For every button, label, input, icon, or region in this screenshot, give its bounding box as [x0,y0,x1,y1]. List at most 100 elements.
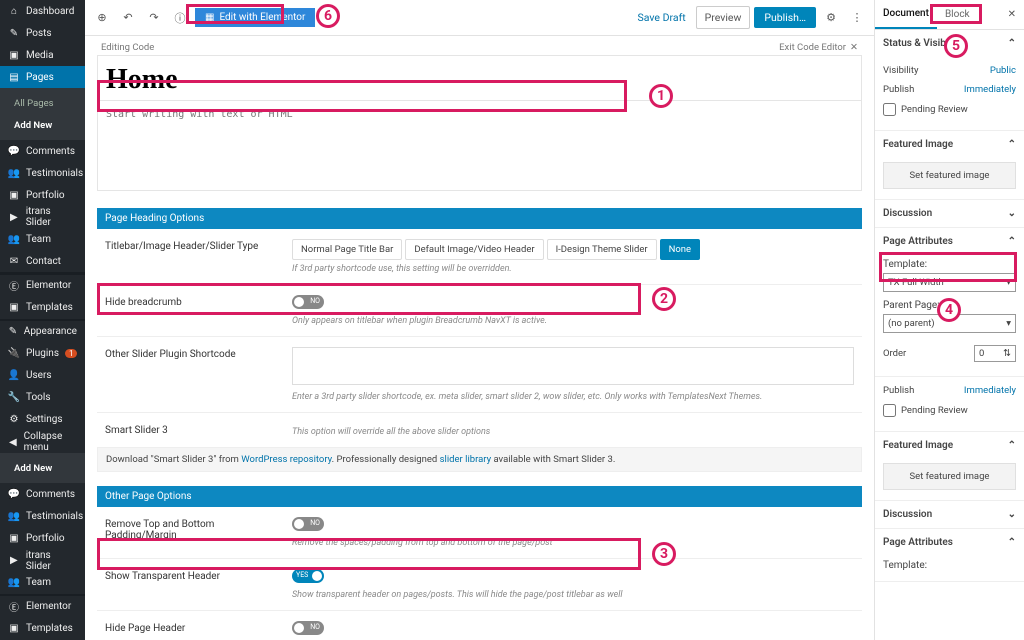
page-body-textarea[interactable] [97,101,862,191]
brush-icon: ✎ [8,326,18,338]
titlebar-hint: If 3rd party shortcode use, this setting… [292,264,854,274]
comment-icon: 💬 [8,145,20,157]
sidebar-item-team-2[interactable]: 👥Team [0,572,85,594]
smartslider-hint: This option will override all the above … [292,427,854,437]
sidebar-item-portfolio-2[interactable]: ▣Portfolio [0,527,85,549]
pending-review-checkbox[interactable] [883,103,896,116]
smartslider-label: Smart Slider 3 [105,423,280,436]
slider-icon: ▶ [8,211,20,223]
tab-document[interactable]: Document [875,0,937,29]
chevron-up-icon: ⌃ [1008,236,1016,247]
publish-label-2: Publish [883,385,914,396]
transparent-header-toggle[interactable]: NOYES [292,569,324,583]
settings-toggle-button[interactable]: ⚙ [820,7,842,29]
dashboard-icon: ⌂ [8,5,20,17]
close-icon: ✕ [1008,9,1016,20]
sidebar-item-testimonials-2[interactable]: 👥Testimonials [0,505,85,527]
page-attributes-header-2[interactable]: Page Attributes⌃ [875,529,1024,556]
kebab-icon: ⋮ [852,11,863,24]
titlebar-opt-image[interactable]: Default Image/Video Header [405,239,543,260]
plus-icon: ⊕ [97,11,106,24]
sidebar-item-settings[interactable]: ⚙Settings [0,409,85,431]
info-button[interactable]: ⓘ [169,7,191,29]
close-panel-button[interactable]: ✕ [1000,5,1024,24]
discussion-header[interactable]: Discussion⌄ [875,200,1024,227]
sidebar-item-templates[interactable]: ▣Templates [0,297,85,319]
hide-breadcrumb-toggle[interactable]: NOYES [292,295,324,309]
chevron-up-icon: ⌃ [1008,139,1016,150]
pending-review-checkbox-2[interactable] [883,404,896,417]
page-icon: ▤ [8,71,20,83]
sidebar-item-templates-2[interactable]: ▣Templates [0,618,85,640]
exit-code-editor-button[interactable]: Exit Code Editor✕ [779,42,858,53]
sidebar-item-plugins[interactable]: 🔌Plugins1 [0,343,85,365]
sidebar-item-tools[interactable]: 🔧Tools [0,387,85,409]
sidebar-item-pages[interactable]: ▤Pages [0,66,85,88]
elementor-icon: Ⓔ [8,601,20,613]
titlebar-opt-none[interactable]: None [660,239,700,260]
save-draft-button[interactable]: Save Draft [632,7,692,28]
publish-value[interactable]: Immediately [964,84,1016,95]
sidebar-item-elementor-2[interactable]: ⒺElementor [0,596,85,618]
set-featured-image-button-2[interactable]: Set featured image [883,463,1016,490]
sidebar-item-contact[interactable]: ✉Contact [0,250,85,272]
pin-icon: ✎ [8,27,20,39]
team-icon: 👥 [8,233,20,245]
smartslider-download-bar: Download "Smart Slider 3" from WordPress… [97,447,862,472]
sidebar-item-add-new[interactable]: Add New [0,114,85,136]
hide-page-header-toggle[interactable]: NOYES [292,621,324,635]
template-select[interactable]: TX Full Width▾ [883,273,1016,292]
publish-value-2[interactable]: Immediately [964,385,1016,396]
tab-block[interactable]: Block [937,1,978,28]
editor-toolbar: ⊕ ↶ ↷ ⓘ ▦Edit with Elementor Save Draft … [85,0,874,36]
template-label-2: Template: [883,560,1016,571]
chevron-down-icon: ⌄ [1008,509,1016,520]
chevron-up-icon: ⌃ [1008,537,1016,548]
remove-padding-toggle[interactable]: NOYES [292,517,324,531]
publish-button[interactable]: Publish… [754,7,816,28]
order-input[interactable]: 0⇅ [974,345,1016,362]
sidebar-item-itrans-2[interactable]: ▶itrans Slider [0,549,85,571]
remove-padding-label: Remove Top and Bottom Padding/Margin [105,517,280,541]
featured-image-header[interactable]: Featured Image⌃ [875,131,1024,158]
sidebar-item-collapse[interactable]: ◀Collapse menu [0,431,85,453]
titlebar-opt-idesign[interactable]: I-Design Theme Slider [547,239,657,260]
sidebar-item-comments[interactable]: 💬Comments [0,140,85,162]
sidebar-item-itrans[interactable]: ▶itrans Slider [0,206,85,228]
slider-icon: ▶ [8,555,20,567]
discussion-header-2[interactable]: Discussion⌄ [875,501,1024,528]
sidebar-item-comments-2[interactable]: 💬Comments [0,483,85,505]
titlebar-opt-normal[interactable]: Normal Page Title Bar [292,239,402,260]
user-icon: 👤 [8,370,20,382]
page-title-input[interactable] [98,56,861,100]
sidebar-item-all-pages[interactable]: All Pages [0,92,85,114]
callout-1: 1 [649,84,673,108]
sidebar-item-portfolio[interactable]: ▣Portfolio [0,184,85,206]
redo-button[interactable]: ↷ [143,7,165,29]
sidebar-item-team[interactable]: 👥Team [0,228,85,250]
visibility-value[interactable]: Public [990,65,1016,76]
sidebar-item-elementor[interactable]: ⒺElementor [0,275,85,297]
other-page-options-header: Other Page Options [97,486,862,507]
add-block-button[interactable]: ⊕ [91,7,113,29]
sidebar-item-media[interactable]: ▣Media [0,44,85,66]
slider-library-link[interactable]: slider library [440,454,491,465]
undo-button[interactable]: ↶ [117,7,139,29]
page-attributes-header[interactable]: Page Attributes⌃ [875,228,1024,255]
comment-icon: 💬 [8,488,20,500]
more-button[interactable]: ⋮ [846,7,868,29]
wp-repo-link[interactable]: WordPress repository [241,454,331,465]
gear-icon: ⚙ [8,414,20,426]
sidebar-item-add-new-2[interactable]: Add New [0,457,85,479]
preview-button[interactable]: Preview [696,6,751,29]
edit-with-elementor-button[interactable]: ▦Edit with Elementor [195,8,315,27]
featured-image-header-2[interactable]: Featured Image⌃ [875,432,1024,459]
sidebar-item-posts[interactable]: ✎Posts [0,22,85,44]
sidebar-item-users[interactable]: 👤Users [0,365,85,387]
set-featured-image-button[interactable]: Set featured image [883,162,1016,189]
visibility-label: Visibility [883,65,918,76]
sidebar-item-testimonials[interactable]: 👥Testimonials [0,162,85,184]
sidebar-item-dashboard[interactable]: ⌂Dashboard [0,0,85,22]
slider-shortcode-input[interactable] [292,347,854,385]
sidebar-item-appearance[interactable]: ✎Appearance [0,321,85,343]
